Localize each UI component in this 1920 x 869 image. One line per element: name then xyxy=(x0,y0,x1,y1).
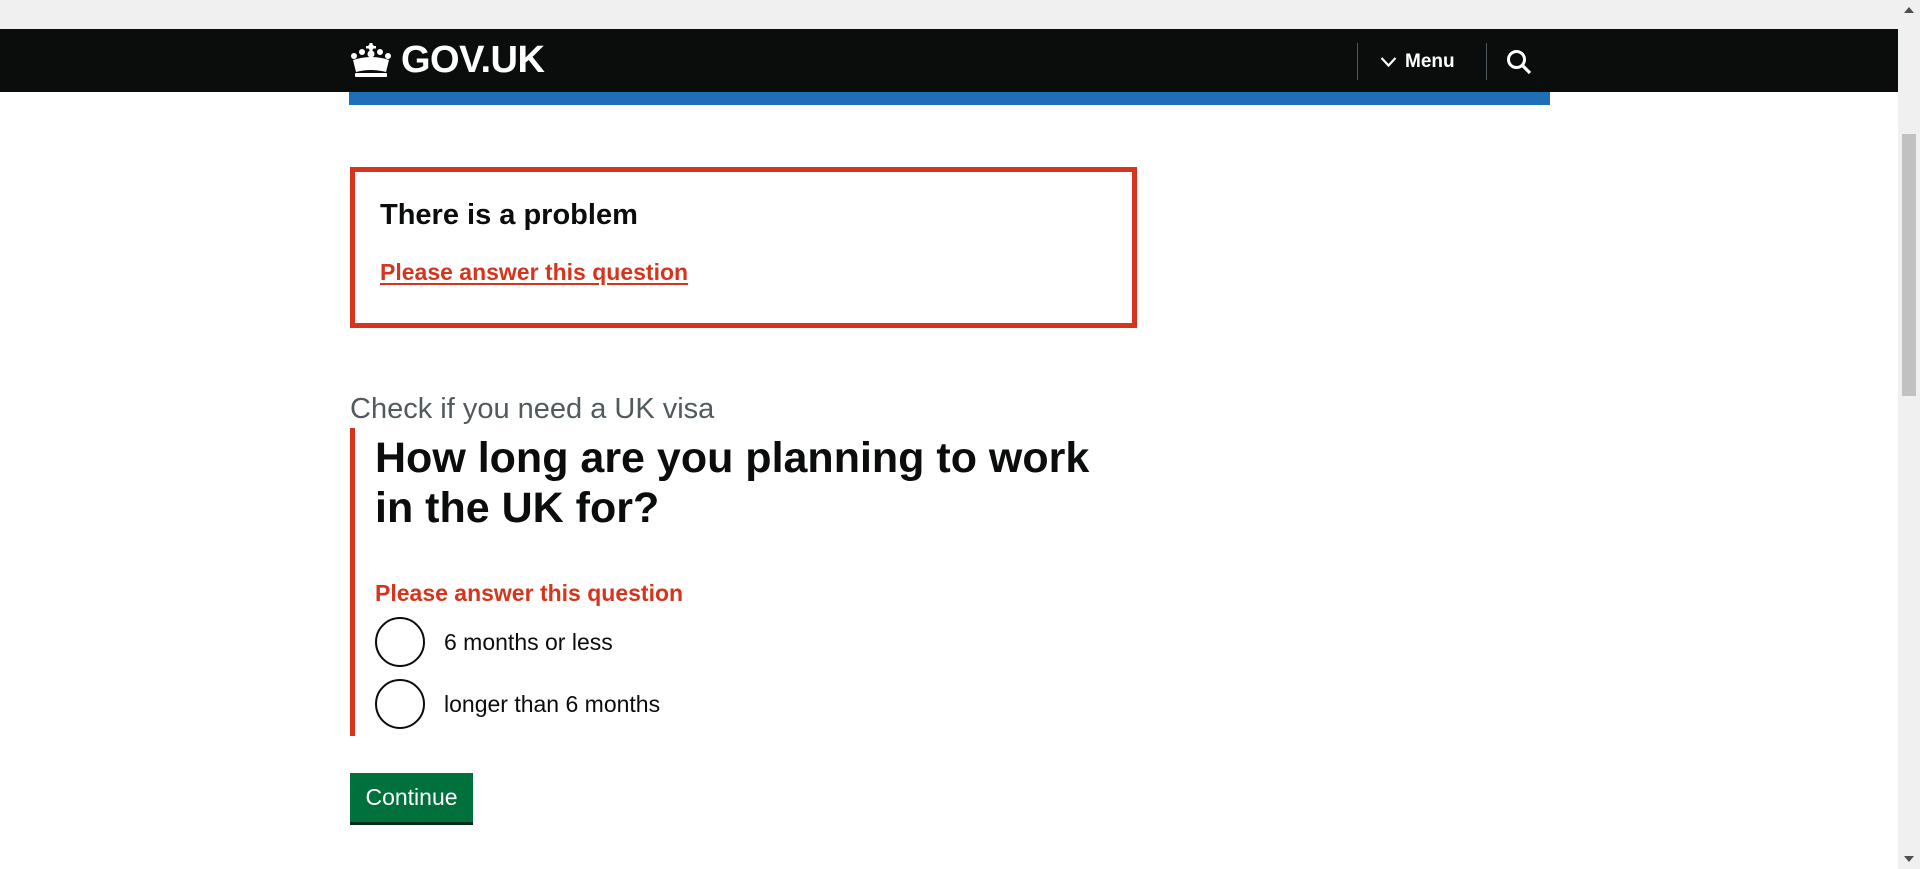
error-summary-link[interactable]: Please answer this question xyxy=(380,259,688,286)
scroll-up-arrow-icon[interactable] xyxy=(1898,0,1920,20)
continue-button[interactable]: Continue xyxy=(350,773,473,822)
crown-icon xyxy=(349,42,393,78)
error-message: Please answer this question xyxy=(375,580,684,606)
header-blue-bar xyxy=(349,92,1550,105)
menu-button[interactable]: Menu xyxy=(1360,43,1475,80)
scrollbar-thumb[interactable] xyxy=(1902,134,1916,396)
page-viewport: GOV.UK Menu There is a problem Please an… xyxy=(0,0,1898,869)
error-summary: There is a problem Please answer this qu… xyxy=(350,167,1137,328)
browser-top-strip xyxy=(0,0,1898,29)
question-heading: How long are you planning to work in the… xyxy=(375,434,1090,532)
radio-option-longer-than-6-months[interactable]: longer than 6 months xyxy=(375,679,1150,729)
error-summary-title: There is a problem xyxy=(380,199,638,231)
radio-button[interactable] xyxy=(375,617,425,667)
govuk-logo-link[interactable]: GOV.UK xyxy=(349,38,545,82)
chevron-down-icon xyxy=(1380,56,1397,68)
header-divider xyxy=(1357,43,1358,80)
logo-text: GOV.UK xyxy=(401,38,545,81)
search-icon xyxy=(1506,49,1532,75)
radio-label: 6 months or less xyxy=(444,628,613,655)
radio-option-6-months-or-less[interactable]: 6 months or less xyxy=(375,617,1150,667)
page-caption: Check if you need a UK visa xyxy=(350,393,715,425)
search-button[interactable] xyxy=(1487,43,1551,80)
menu-label: Menu xyxy=(1405,50,1455,72)
radio-label: longer than 6 months xyxy=(444,690,661,717)
scroll-down-arrow-icon[interactable] xyxy=(1898,849,1920,869)
site-header xyxy=(0,29,1898,92)
question-form-group: How long are you planning to work in the… xyxy=(350,428,1150,736)
vertical-scrollbar[interactable] xyxy=(1898,0,1920,869)
radio-button[interactable] xyxy=(375,679,425,729)
